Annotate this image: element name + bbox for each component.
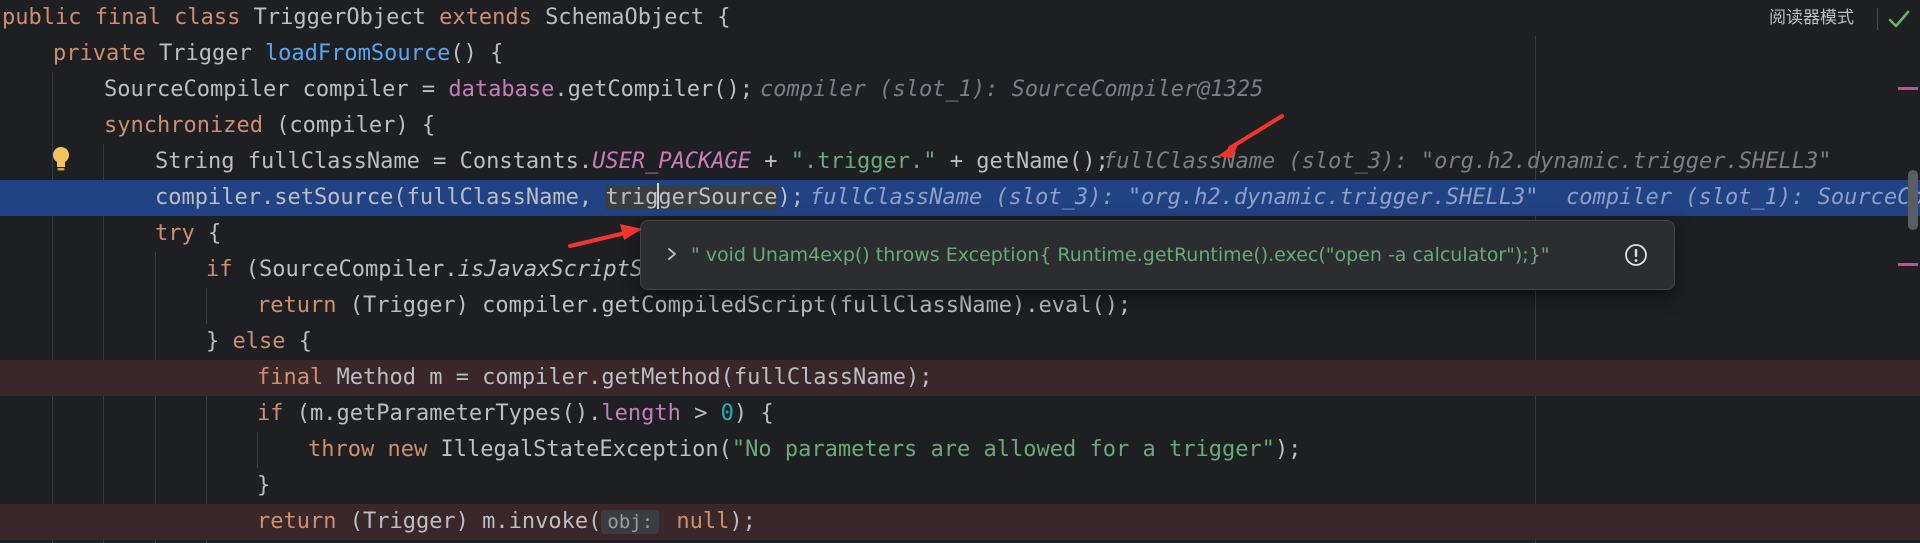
code-text: } bbox=[206, 329, 233, 354]
keyword: return bbox=[257, 293, 350, 318]
breakpoint-line[interactable]: final Method m = compiler.getMethod(full… bbox=[0, 360, 1920, 396]
code-line[interactable]: private Trigger loadFromSource() { bbox=[0, 36, 1920, 72]
code-text: + bbox=[751, 149, 791, 174]
method-name: isJavaxScriptSo bbox=[457, 257, 657, 282]
code-text: ); bbox=[1274, 437, 1302, 462]
code-text: { bbox=[207, 221, 222, 246]
inline-debug-value[interactable]: fullClassName (slot_3): "org.h2.dynamic.… bbox=[810, 180, 1538, 216]
code-text: () { bbox=[450, 41, 504, 66]
code-text: String fullClassName = Constants. bbox=[155, 149, 593, 174]
type-name: Trigger bbox=[158, 41, 265, 66]
code-line[interactable]: } bbox=[0, 468, 1920, 504]
code-text: ) { bbox=[733, 401, 774, 426]
code-editor[interactable]: public final class TriggerObject extends… bbox=[0, 0, 1920, 543]
method-name: loadFromSource bbox=[264, 41, 451, 66]
code-line[interactable]: if (m.getParameterTypes().length > 0) { bbox=[0, 396, 1920, 432]
constant-name: USER_PACKAGE bbox=[592, 149, 752, 174]
code-text: > bbox=[680, 401, 721, 426]
code-text: (SourceCompiler. bbox=[245, 257, 458, 282]
inline-debug-value[interactable]: compiler (slot_1): SourceCompiler@1325 bbox=[760, 72, 1263, 108]
code-text: ); bbox=[777, 185, 805, 210]
keyword: try bbox=[155, 221, 208, 246]
keyword: final bbox=[257, 365, 337, 390]
code-text: (m.getParameterTypes(). bbox=[296, 401, 602, 426]
field-name: database bbox=[448, 77, 555, 102]
editor-marker-gutter[interactable] bbox=[1896, 0, 1920, 543]
keyword: else bbox=[232, 329, 299, 354]
code-text: (compiler) { bbox=[276, 113, 436, 138]
code-text: SchemaObject { bbox=[545, 5, 731, 30]
error-stripe-marker[interactable] bbox=[1898, 263, 1918, 266]
number-literal: 0 bbox=[720, 401, 734, 426]
keyword: synchronized bbox=[104, 113, 277, 138]
class-name: TriggerObject bbox=[253, 5, 440, 30]
string-literal: ".trigger." bbox=[790, 149, 937, 174]
parameter-name-hint: obj: bbox=[601, 510, 660, 534]
keyword: throw bbox=[308, 437, 388, 462]
code-line[interactable]: synchronized (compiler) { bbox=[0, 108, 1920, 144]
code-text: } bbox=[257, 473, 271, 498]
code-text: (Trigger) m.invoke( bbox=[349, 509, 602, 534]
breakpoint-line[interactable]: return (Trigger) m.invoke(obj: null); bbox=[0, 504, 1920, 540]
code-text: compiler.setSource(fullClassName, bbox=[155, 185, 606, 210]
keyword: if bbox=[206, 257, 246, 282]
code-line[interactable]: String fullClassName = Constants.USER_PA… bbox=[0, 144, 1920, 180]
lightbulb-icon[interactable] bbox=[50, 146, 72, 172]
code-line[interactable]: return (Trigger) compiler.getCompiledScr… bbox=[0, 288, 1920, 324]
info-circle-icon[interactable] bbox=[1624, 243, 1648, 267]
keyword: new bbox=[387, 437, 441, 462]
code-line[interactable]: public final class TriggerObject extends… bbox=[0, 0, 1920, 36]
code-text: + getName(); bbox=[936, 149, 1109, 174]
reader-mode-button[interactable]: 阅读器模式 bbox=[1763, 2, 1860, 34]
keyword: private bbox=[53, 41, 159, 66]
keyword: null bbox=[663, 509, 730, 534]
inline-debug-value[interactable]: fullClassName (slot_3): "org.h2.dynamic.… bbox=[1103, 144, 1831, 180]
keyword: return bbox=[257, 509, 350, 534]
code-line[interactable]: throw new IllegalStateException("No para… bbox=[0, 432, 1920, 468]
keyword: extends bbox=[439, 5, 546, 30]
code-text: ); bbox=[729, 509, 756, 534]
code-line[interactable]: SourceCompiler compiler = database.getCo… bbox=[0, 72, 1920, 108]
code-text: .getCompiler(); bbox=[554, 77, 754, 102]
code-text: Method m = compiler.getMethod(fullClassN… bbox=[336, 365, 933, 390]
code-text: (Trigger) compiler.getCompiledScript(ful… bbox=[349, 293, 1132, 318]
current-execution-line[interactable]: compiler.setSource(fullClassName, trigge… bbox=[0, 180, 1920, 216]
debug-value-text[interactable]: " void Unam4exp() throws Exception{ Runt… bbox=[691, 221, 1550, 289]
keyword: public final class bbox=[2, 5, 254, 30]
string-literal: "No parameters are allowed for a trigger… bbox=[731, 437, 1275, 462]
debug-value-popup[interactable]: " void Unam4exp() throws Exception{ Runt… bbox=[640, 220, 1675, 290]
toolbar-divider bbox=[1877, 8, 1878, 30]
keyword: if bbox=[257, 401, 297, 426]
error-stripe-marker[interactable] bbox=[1898, 87, 1918, 90]
chevron-right-icon[interactable] bbox=[665, 244, 679, 264]
field-name: length bbox=[601, 401, 681, 426]
scrollbar-thumb[interactable] bbox=[1908, 170, 1918, 230]
code-text: IllegalStateException( bbox=[440, 437, 732, 462]
code-line[interactable]: } else { bbox=[0, 324, 1920, 360]
inline-debug-value[interactable]: compiler (slot_1): SourceCompiler@1325 bbox=[1566, 180, 1920, 216]
code-text: SourceCompiler compiler = bbox=[104, 77, 449, 102]
code-text: { bbox=[298, 329, 312, 354]
hovered-identifier[interactable]: triggerSource bbox=[605, 183, 778, 210]
